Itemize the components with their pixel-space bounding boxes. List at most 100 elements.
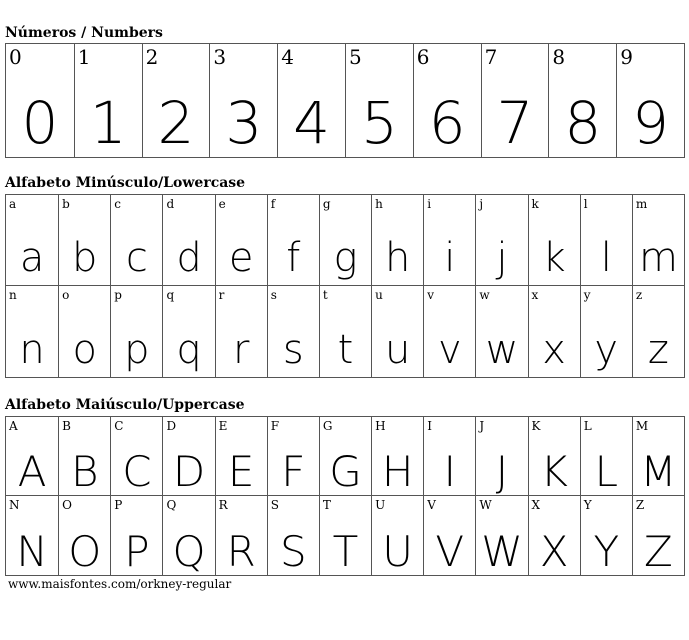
glyph-sample: 8	[564, 89, 602, 157]
glyph-cell: rr	[214, 286, 267, 377]
glyph-sample: z	[647, 327, 669, 373]
glyph-sample: A	[17, 447, 47, 496]
glyph-sample: S	[280, 527, 307, 575]
glyph-cell: nn	[6, 286, 58, 377]
glyph-label: V	[427, 498, 436, 512]
glyph-label: Y	[583, 498, 592, 512]
glyph-sample: L	[594, 447, 618, 496]
glyph-sample: d	[176, 235, 202, 281]
glyph-label: W	[479, 498, 492, 512]
glyph-sample: r	[232, 327, 250, 373]
glyph-cell: RR	[214, 496, 267, 575]
glyph-cell: yy	[579, 286, 632, 377]
footer-url: www.maisfontes.com/orkney-regular	[8, 577, 232, 591]
glyph-sample: f	[286, 235, 301, 281]
glyph-label: 9	[620, 45, 633, 69]
uppercase-heading: Alfabeto Maiúsculo/Uppercase	[5, 397, 245, 413]
uppercase-grid: AABBCCDDEEFFGGHHIIJJKKLLMMNNOOPPQQRRSSTT…	[5, 416, 685, 576]
glyph-label: o	[62, 288, 70, 302]
glyph-sample: G	[329, 447, 362, 496]
glyph-sample: v	[437, 327, 462, 373]
glyph-label: C	[114, 419, 124, 433]
glyph-sample: Y	[593, 527, 620, 575]
glyph-cell: HH	[371, 417, 424, 496]
glyph-cell: 00	[6, 44, 74, 157]
glyph-sample: Z	[644, 527, 673, 575]
glyph-label: m	[635, 197, 648, 211]
glyph-label: G	[322, 419, 333, 433]
glyph-label: A	[9, 419, 18, 433]
glyph-sample: F	[281, 447, 306, 496]
glyph-cell: GG	[318, 417, 372, 496]
glyph-cell: vv	[423, 286, 475, 377]
glyph-sample: i	[444, 235, 456, 281]
glyph-label: 5	[349, 45, 362, 69]
glyph-label: z	[635, 288, 643, 302]
glyph-label: f	[270, 197, 276, 211]
glyph-label: M	[635, 419, 649, 433]
glyph-sample: n	[19, 327, 45, 373]
glyph-cell: kk	[527, 195, 580, 286]
glyph-label: 2	[145, 45, 159, 69]
glyph-cell: PP	[110, 496, 162, 575]
glyph-label: 6	[416, 45, 430, 69]
glyph-cell: xx	[527, 286, 580, 377]
glyph-sample: a	[19, 235, 45, 281]
glyph-label: P	[114, 498, 123, 512]
glyph-label: s	[270, 288, 277, 302]
glyph-sample: j	[496, 235, 508, 281]
glyph-cell: FF	[266, 417, 319, 496]
glyph-cell: uu	[371, 286, 423, 377]
glyph-label: l	[583, 197, 588, 211]
numbers-grid: 00112233445566778899	[5, 43, 685, 158]
glyph-cell: AA	[6, 417, 59, 496]
glyph-sample: 6	[428, 89, 466, 157]
glyph-cell: 22	[141, 44, 210, 157]
glyph-cell: II	[423, 417, 476, 496]
glyph-label: 0	[9, 45, 22, 69]
glyph-sample: E	[227, 447, 255, 496]
glyph-cell: ww	[475, 286, 527, 377]
numbers-heading: Números / Numbers	[5, 25, 163, 41]
glyph-cell: gg	[318, 195, 372, 286]
glyph-cell: VV	[423, 496, 475, 575]
glyph-cell: CC	[110, 417, 163, 496]
glyph-label: R	[218, 498, 228, 512]
glyph-sample: s	[282, 327, 304, 373]
glyph-label: p	[114, 288, 122, 302]
glyph-sample: W	[481, 527, 523, 575]
glyph-sample: D	[172, 447, 206, 496]
glyph-sample: U	[382, 527, 414, 575]
glyph-sample: m	[638, 235, 678, 281]
glyph-label: y	[583, 288, 591, 302]
glyph-sample: g	[333, 235, 358, 281]
glyph-sample: I	[443, 447, 456, 496]
lowercase-grid: aabbccddeeffgghhiijjkkllmmnnooppqqrrsstt…	[5, 194, 685, 378]
glyph-label: 1	[77, 45, 91, 69]
glyph-sample: h	[384, 235, 411, 281]
glyph-cell: MM	[631, 417, 684, 496]
glyph-sample: Q	[172, 527, 206, 575]
glyph-cell: LL	[579, 417, 632, 496]
glyph-label: Z	[635, 498, 645, 512]
glyph-cell: bb	[58, 195, 111, 286]
glyph-sample: J	[495, 447, 509, 496]
glyph-sample: V	[435, 527, 465, 575]
glyph-sample: 5	[360, 89, 398, 157]
glyph-cell: zz	[631, 286, 684, 377]
glyph-cell: ff	[266, 195, 319, 286]
glyph-cell: 44	[277, 44, 345, 157]
glyph-cell: EE	[214, 417, 267, 496]
glyph-label: c	[114, 197, 122, 211]
glyph-sample: 1	[89, 89, 127, 157]
glyph-cell: SS	[266, 496, 319, 575]
glyph-label: T	[322, 498, 331, 512]
glyph-cell: OO	[58, 496, 110, 575]
glyph-label: n	[9, 288, 17, 302]
glyph-sample: M	[640, 447, 677, 496]
glyph-label: w	[479, 288, 490, 302]
glyph-cell: ZZ	[631, 496, 684, 575]
glyph-cell: BB	[58, 417, 111, 496]
glyph-label: e	[218, 197, 226, 211]
glyph-sample: K	[540, 447, 568, 496]
